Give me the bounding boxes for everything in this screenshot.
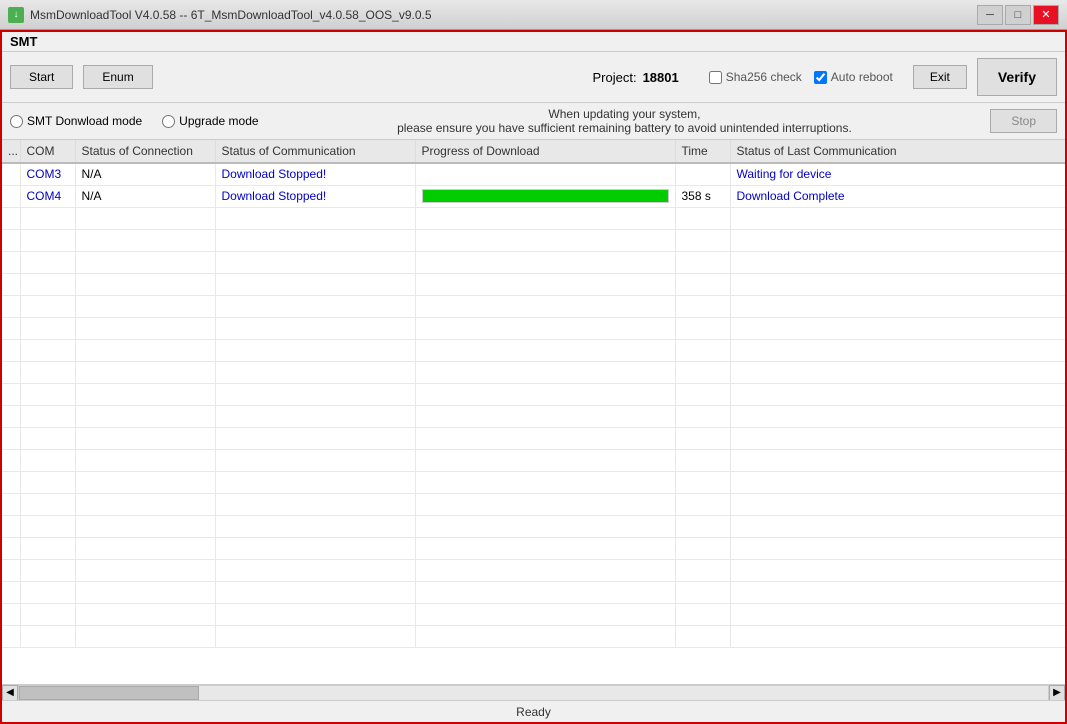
header-status-last: Status of Last Communication (730, 140, 1065, 163)
empty-row (2, 295, 1065, 317)
project-label: Project: (593, 70, 637, 85)
empty-row (2, 515, 1065, 537)
empty-row (2, 339, 1065, 361)
mode-radio-group: SMT Donwload mode Upgrade mode (10, 114, 259, 128)
info-line2: please ensure you have sufficient remain… (259, 121, 991, 135)
smt-mode-radio[interactable] (10, 115, 23, 128)
cell-status-conn: N/A (75, 163, 215, 185)
toolbar-right: Exit (913, 65, 967, 89)
project-value: 18801 (643, 70, 679, 85)
table-body: COM3N/ADownload Stopped! Waiting for devi… (2, 163, 1065, 647)
upgrade-mode-radio[interactable] (162, 115, 175, 128)
empty-row (2, 603, 1065, 625)
empty-row (2, 537, 1065, 559)
table-header-row: ... COM Status of Connection Status of C… (2, 140, 1065, 163)
upgrade-mode-text: Upgrade mode (179, 114, 258, 128)
progress-bar-fill (423, 190, 668, 202)
info-bar: SMT Donwload mode Upgrade mode When upda… (2, 103, 1065, 140)
cell-time: 358 s (675, 185, 730, 207)
empty-row (2, 383, 1065, 405)
sha256-checkbox[interactable] (709, 71, 722, 84)
close-button[interactable]: ✕ (1033, 5, 1059, 25)
cell-progress (415, 163, 675, 185)
empty-row (2, 317, 1065, 339)
sha256-checkbox-label[interactable]: Sha256 check (709, 70, 802, 84)
smt-label: SMT (10, 34, 37, 49)
title-bar: ↓ MsmDownloadTool V4.0.58 -- 6T_MsmDownl… (0, 0, 1067, 30)
smt-mode-label[interactable]: SMT Donwload mode (10, 114, 142, 128)
scroll-left-arrow[interactable]: ◀ (2, 685, 18, 701)
cell-com: COM4 (20, 185, 75, 207)
table-container: ... COM Status of Connection Status of C… (2, 140, 1065, 684)
title-bar-left: ↓ MsmDownloadTool V4.0.58 -- 6T_MsmDownl… (8, 7, 432, 23)
progress-bar-container (422, 189, 669, 203)
project-section: Project: 18801 (593, 70, 679, 85)
upgrade-mode-label[interactable]: Upgrade mode (162, 114, 258, 128)
header-time: Time (675, 140, 730, 163)
scroll-right-arrow[interactable]: ▶ (1049, 685, 1065, 701)
empty-row (2, 405, 1065, 427)
auto-reboot-label: Auto reboot (831, 70, 893, 84)
cell-num (2, 163, 20, 185)
start-button[interactable]: Start (10, 65, 73, 89)
status-text: Ready (516, 705, 551, 719)
empty-row (2, 229, 1065, 251)
scroll-track[interactable] (18, 685, 1049, 701)
minimize-button[interactable]: ─ (977, 5, 1003, 25)
empty-row (2, 581, 1065, 603)
smt-bar: SMT (2, 32, 1065, 52)
toolbar: Start Enum Project: 18801 Sha256 check A… (2, 52, 1065, 103)
header-status-conn: Status of Connection (75, 140, 215, 163)
table-row: COM3N/ADownload Stopped! Waiting for devi… (2, 163, 1065, 185)
window-controls: ─ □ ✕ (977, 5, 1059, 25)
smt-mode-text: SMT Donwload mode (27, 114, 142, 128)
scroll-thumb[interactable] (19, 686, 199, 700)
cell-status-conn: N/A (75, 185, 215, 207)
app-window: SMT Start Enum Project: 18801 Sha256 che… (0, 30, 1067, 724)
header-progress: Progress of Download (415, 140, 675, 163)
empty-row (2, 625, 1065, 647)
enum-button[interactable]: Enum (83, 65, 152, 89)
header-status-comm: Status of Communication (215, 140, 415, 163)
checkboxes: Sha256 check Auto reboot (709, 70, 893, 84)
window-title: MsmDownloadTool V4.0.58 -- 6T_MsmDownloa… (30, 8, 432, 22)
verify-button[interactable]: Verify (977, 58, 1057, 96)
empty-row (2, 361, 1065, 383)
cell-time (675, 163, 730, 185)
app-icon: ↓ (8, 7, 24, 23)
horizontal-scrollbar: ◀ ▶ (2, 684, 1065, 700)
empty-row (2, 449, 1065, 471)
cell-status-last: Waiting for device (730, 163, 1065, 185)
cell-num (2, 185, 20, 207)
sha256-label: Sha256 check (726, 70, 802, 84)
auto-reboot-checkbox-label[interactable]: Auto reboot (814, 70, 893, 84)
header-com: COM (20, 140, 75, 163)
info-line1: When updating your system, (259, 107, 991, 121)
empty-row (2, 207, 1065, 229)
restore-button[interactable]: □ (1005, 5, 1031, 25)
empty-row (2, 427, 1065, 449)
data-table: ... COM Status of Connection Status of C… (2, 140, 1065, 648)
stop-button[interactable]: Stop (990, 109, 1057, 133)
cell-status-comm: Download Stopped! (215, 185, 415, 207)
exit-button[interactable]: Exit (913, 65, 967, 89)
status-bar: Ready (2, 700, 1065, 722)
cell-status-last: Download Complete (730, 185, 1065, 207)
empty-row (2, 559, 1065, 581)
cell-progress (415, 185, 675, 207)
cell-com: COM3 (20, 163, 75, 185)
empty-row (2, 251, 1065, 273)
empty-row (2, 493, 1065, 515)
empty-row (2, 471, 1065, 493)
auto-reboot-checkbox[interactable] (814, 71, 827, 84)
table-row: COM4N/ADownload Stopped! 358 sDownload Co… (2, 185, 1065, 207)
header-num: ... (2, 140, 20, 163)
info-text: When updating your system, please ensure… (259, 107, 991, 135)
cell-status-comm: Download Stopped! (215, 163, 415, 185)
empty-row (2, 273, 1065, 295)
